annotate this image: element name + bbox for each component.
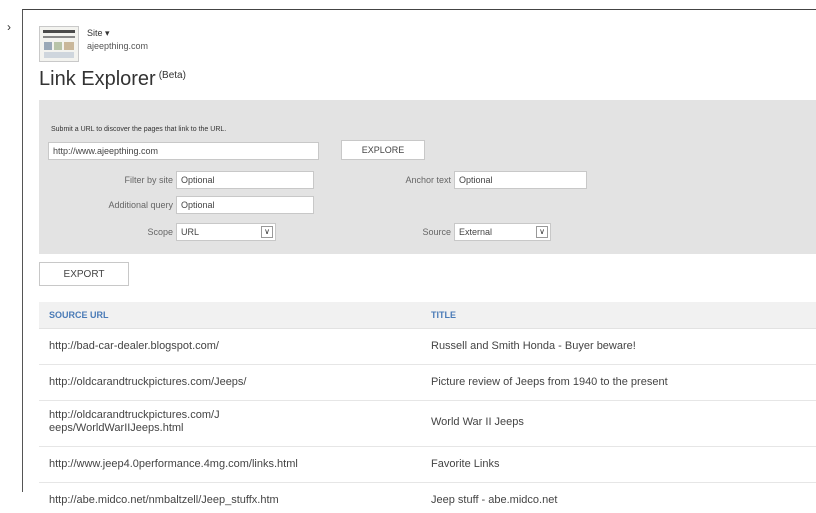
- site-info: Site ▾ ajeepthing.com: [87, 28, 148, 51]
- beta-badge: (Beta): [158, 70, 186, 81]
- site-switcher[interactable]: Site ▾: [87, 28, 148, 39]
- explore-button[interactable]: EXPLORE: [341, 140, 425, 160]
- scope-value: URL: [181, 227, 200, 237]
- chevron-down-icon[interactable]: ∨: [261, 226, 273, 238]
- table-row[interactable]: http://bad-car-dealer.blogspot.com/ Russ…: [39, 329, 816, 365]
- source-value: External: [459, 227, 493, 237]
- main-content: Site ▾ ajeepthing.com Link Explorer (Beta…: [22, 9, 816, 506]
- form-instructions: Submit a URL to discover the pages that …: [51, 126, 227, 133]
- source-label: Source: [422, 227, 451, 237]
- source-url-cell[interactable]: http://www.jeep4.0performance.4mg.com/li…: [49, 458, 379, 471]
- table-row[interactable]: http://abe.midco.net/nmbaltzell/Jeep_stu…: [39, 483, 816, 513]
- additional-query-input[interactable]: [176, 196, 314, 214]
- column-header-title[interactable]: TITLE: [431, 310, 456, 320]
- title-cell: Russell and Smith Honda - Buyer beware!: [431, 340, 636, 352]
- site-switcher-label: Site: [87, 28, 103, 38]
- site-thumbnail: [39, 26, 79, 62]
- scope-select[interactable]: URL ∨: [176, 223, 276, 241]
- filter-site-input[interactable]: [176, 171, 314, 189]
- title-cell: Favorite Links: [431, 458, 500, 470]
- chevron-down-icon: ▾: [105, 28, 110, 38]
- anchor-text-label: Anchor text: [405, 175, 451, 185]
- title-cell: Jeep stuff - abe.midco.net: [431, 494, 558, 506]
- scope-label: Scope: [147, 227, 173, 237]
- title-cell: World War II Jeeps: [431, 416, 524, 428]
- filter-site-label: Filter by site: [124, 175, 173, 185]
- site-domain: ajeepthing.com: [87, 41, 149, 51]
- url-input[interactable]: [48, 142, 319, 160]
- additional-query-label: Additional query: [108, 200, 173, 210]
- link-explorer-form: Submit a URL to discover the pages that …: [39, 100, 816, 254]
- page-title-text: Link Explorer: [39, 68, 156, 90]
- table-row[interactable]: http://www.jeep4.0performance.4mg.com/li…: [39, 447, 816, 483]
- source-url-cell[interactable]: http://oldcarandtruckpictures.com/J eeps…: [49, 409, 279, 435]
- source-select[interactable]: External ∨: [454, 223, 551, 241]
- source-url-cell[interactable]: http://bad-car-dealer.blogspot.com/: [49, 340, 379, 353]
- anchor-text-input[interactable]: [454, 171, 587, 189]
- source-url-cell[interactable]: http://abe.midco.net/nmbaltzell/Jeep_stu…: [49, 494, 379, 507]
- table-row[interactable]: http://oldcarandtruckpictures.com/Jeeps/…: [39, 365, 816, 401]
- export-button[interactable]: EXPORT: [39, 262, 129, 286]
- page-title: Link Explorer (Beta): [39, 68, 186, 91]
- title-cell: Picture review of Jeeps from 1940 to the…: [431, 376, 668, 388]
- table-row[interactable]: http://oldcarandtruckpictures.com/J eeps…: [39, 401, 816, 447]
- table-header: SOURCE URL TITLE: [39, 302, 816, 329]
- sidebar-toggle-chevron-right-icon[interactable]: ›: [7, 20, 11, 34]
- column-header-source-url[interactable]: SOURCE URL: [49, 310, 109, 320]
- source-url-cell[interactable]: http://oldcarandtruckpictures.com/Jeeps/: [49, 376, 379, 389]
- chevron-down-icon[interactable]: ∨: [536, 226, 548, 238]
